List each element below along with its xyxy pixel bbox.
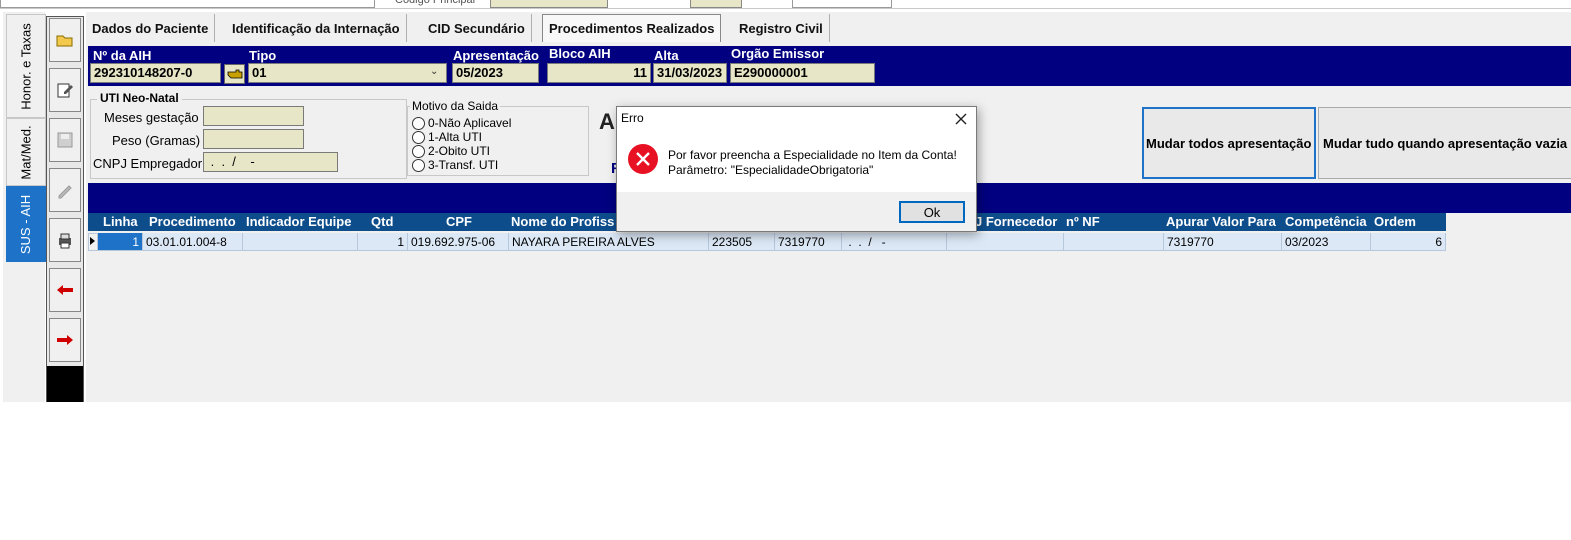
col-nome[interactable]: Nome do Profiss bbox=[511, 214, 614, 231]
radio-icon bbox=[412, 158, 425, 172]
tab-cid-secundario[interactable]: CID Secundário bbox=[422, 14, 532, 42]
col-ordem[interactable]: Ordem bbox=[1374, 214, 1416, 231]
aih-field[interactable]: 292310148207-0 bbox=[90, 63, 221, 83]
save-icon bbox=[57, 132, 73, 148]
hidden-heading: A bbox=[599, 109, 615, 134]
cut-off-label: Código Principal bbox=[395, 0, 476, 6]
alta-label: Alta bbox=[654, 48, 679, 63]
meses-field[interactable] bbox=[203, 106, 304, 126]
cut-off-field-4 bbox=[792, 0, 892, 8]
cell-cpf[interactable]: 019.692.975-06 bbox=[408, 233, 509, 251]
cut-off-field-2 bbox=[490, 0, 608, 8]
side-tab-honor[interactable]: Honor. e Taxas bbox=[6, 14, 46, 118]
cell-indicador[interactable] bbox=[243, 233, 358, 251]
tipo-label: Tipo bbox=[249, 48, 277, 63]
meses-label: Meses gestação bbox=[104, 110, 199, 125]
pen-icon bbox=[58, 185, 72, 199]
col-indicador[interactable]: Indicador Equipe bbox=[246, 214, 351, 231]
motivo-option-0[interactable]: 0-Não Aplicavel bbox=[412, 116, 511, 130]
cell-cnpj[interactable]: . . / - bbox=[842, 233, 947, 251]
tab-identificacao[interactable]: Identificação da Internação bbox=[226, 14, 407, 42]
close-icon bbox=[955, 113, 967, 125]
dialog-message-2: Parâmetro: "EspecialidadeObrigatoria" bbox=[668, 163, 874, 177]
side-tab-sus-aih[interactable]: SUS - AIH bbox=[6, 186, 46, 262]
cell-nome[interactable]: NAYARA PEREIRA ALVES bbox=[509, 233, 709, 251]
save-button[interactable] bbox=[49, 118, 81, 162]
cnpj-label: CNPJ Empregador bbox=[93, 156, 203, 171]
row-indicator[interactable] bbox=[88, 233, 98, 251]
hand-pointer-icon bbox=[227, 69, 242, 79]
peso-label: Peso (Gramas) bbox=[112, 133, 201, 148]
apresentacao-field[interactable]: 05/2023 bbox=[452, 63, 539, 83]
radio-icon bbox=[412, 130, 425, 144]
radio-icon bbox=[412, 116, 425, 130]
arrow-right-icon bbox=[57, 335, 73, 345]
col-apurar[interactable]: Apurar Valor Para bbox=[1166, 214, 1276, 231]
edit-icon bbox=[57, 83, 73, 98]
col-procedimento[interactable]: Procedimento bbox=[149, 214, 236, 231]
cell-fornecedor[interactable] bbox=[947, 233, 1064, 251]
cut-off-field bbox=[0, 0, 375, 8]
toolbar-footer bbox=[47, 366, 83, 402]
cell-nf[interactable] bbox=[1064, 233, 1164, 251]
cell-competencia[interactable]: 03/2023 bbox=[1282, 233, 1371, 251]
cell-procedimento[interactable]: 03.01.01.004-8 bbox=[143, 233, 243, 251]
edit-button[interactable] bbox=[49, 68, 81, 112]
motivo-option-3[interactable]: 3-Transf. UTI bbox=[412, 158, 498, 172]
mudar-vazia-button[interactable]: Mudar tudo quando apresentação vazia bbox=[1318, 107, 1571, 179]
lookup-button[interactable] bbox=[224, 64, 245, 84]
motivo-option-2[interactable]: 2-Obito UTI bbox=[412, 144, 490, 158]
col-linha[interactable]: Linha bbox=[103, 214, 138, 231]
ok-button[interactable]: Ok bbox=[899, 201, 965, 223]
col-nf[interactable]: nº NF bbox=[1066, 214, 1100, 231]
dialog-close-button[interactable] bbox=[950, 108, 972, 130]
col-qtd[interactable]: Qtd bbox=[371, 214, 393, 231]
tipo-select[interactable]: 01 bbox=[248, 63, 447, 83]
motivo-option-1[interactable]: 1-Alta UTI bbox=[412, 130, 482, 144]
cell-linha[interactable]: 1 bbox=[98, 233, 143, 251]
orgao-label: Orgão Emissor bbox=[731, 46, 825, 61]
mudar-todos-button[interactable]: Mudar todos apresentação bbox=[1142, 107, 1316, 179]
radio-icon bbox=[412, 144, 425, 158]
open-button[interactable] bbox=[49, 18, 81, 62]
col-competencia[interactable]: Competência bbox=[1285, 214, 1367, 231]
cell-cbo[interactable]: 223505 bbox=[709, 233, 775, 251]
orgao-field[interactable]: E290000001 bbox=[730, 63, 875, 83]
side-tab-matmed[interactable]: Mat/Med. bbox=[6, 118, 46, 186]
tab-procedimentos[interactable]: Procedimentos Realizados bbox=[542, 14, 722, 42]
cell-qtd[interactable]: 1 bbox=[358, 233, 408, 251]
cell-apurar[interactable]: 7319770 bbox=[1164, 233, 1282, 251]
folder-open-icon bbox=[56, 35, 73, 47]
bloco-field[interactable]: 11 bbox=[547, 63, 651, 83]
col-cpf[interactable]: CPF bbox=[446, 214, 472, 231]
arrow-left-icon bbox=[57, 285, 73, 295]
motivo-title: Motivo da Saida bbox=[410, 99, 501, 113]
uti-title: UTI Neo-Natal bbox=[97, 91, 182, 105]
cell-cnes[interactable]: 7319770 bbox=[775, 233, 842, 251]
row-pointer-icon bbox=[90, 237, 95, 245]
apresentacao-label: Apresentação bbox=[453, 48, 539, 63]
cnpj-field[interactable]: . . / - bbox=[203, 152, 338, 172]
previous-button[interactable] bbox=[49, 268, 81, 312]
tab-dados-paciente[interactable]: Dados do Paciente bbox=[86, 14, 216, 42]
cut-off-field-3 bbox=[690, 0, 742, 8]
chevron-down-icon: ⌄ bbox=[430, 66, 439, 77]
dialog-message-1: Por favor preencha a Especialidade no It… bbox=[668, 148, 957, 162]
col-fornecedor[interactable]: J Fornecedor bbox=[975, 214, 1057, 231]
alta-field[interactable]: 31/03/2023 bbox=[653, 63, 727, 83]
print-button[interactable] bbox=[49, 218, 81, 262]
dialog-title: Erro bbox=[621, 111, 644, 125]
next-button[interactable] bbox=[49, 318, 81, 362]
error-icon bbox=[627, 143, 659, 175]
printer-icon bbox=[59, 233, 71, 249]
tab-registro-civil[interactable]: Registro Civil bbox=[733, 14, 830, 42]
aih-label: Nº da AIH bbox=[93, 48, 152, 63]
cell-ordem[interactable]: 6 bbox=[1371, 233, 1446, 251]
sign-button[interactable] bbox=[49, 168, 81, 212]
bloco-label: Bloco AIH bbox=[549, 46, 611, 61]
peso-field[interactable] bbox=[203, 129, 304, 149]
